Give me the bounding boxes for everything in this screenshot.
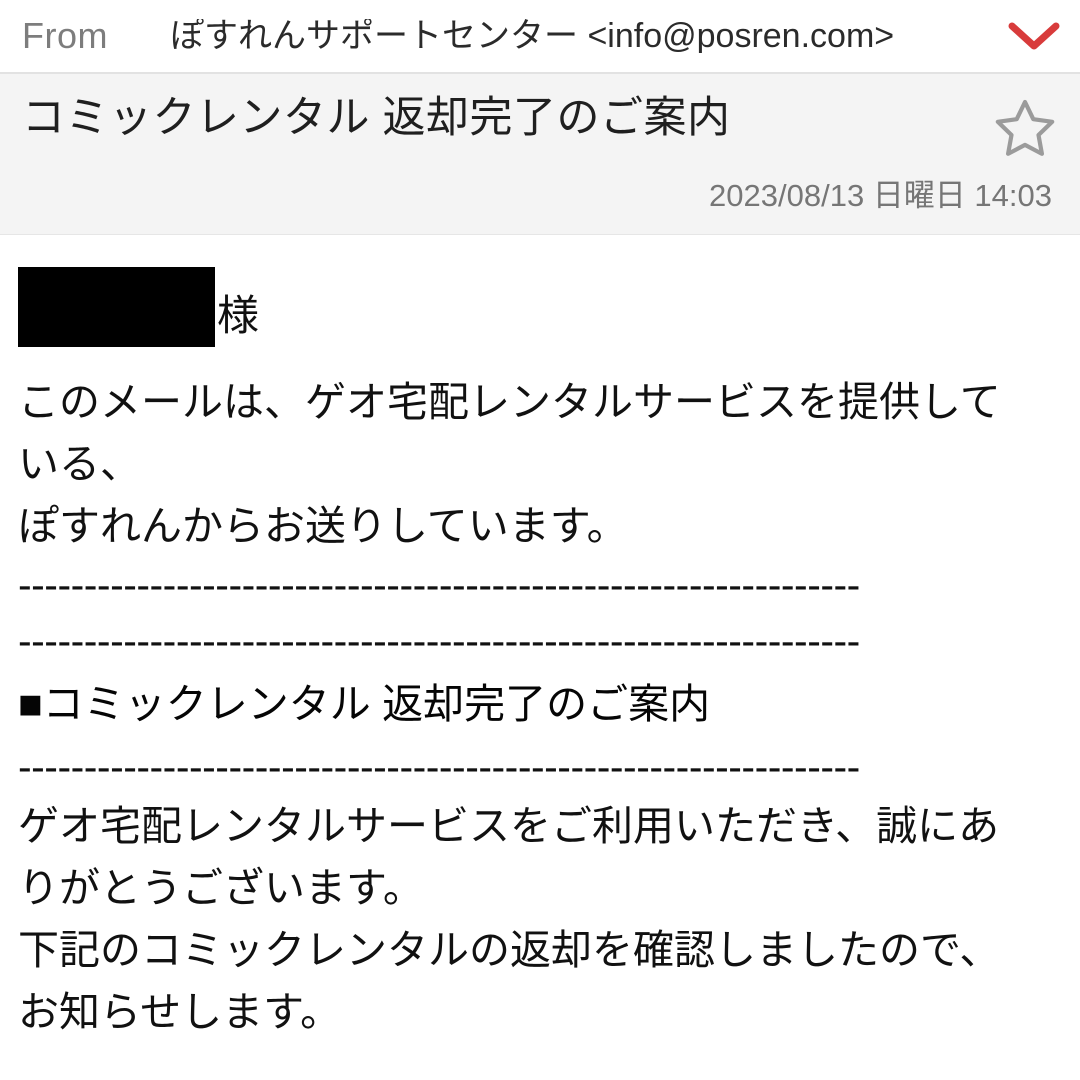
body-line: ぽすれんからお送りしています。: [18, 503, 628, 549]
email-subject-block: コミックレンタル 返却完了のご案内 2023/08/13 日曜日 14:03: [0, 74, 1080, 235]
body-line: ゲオ宅配レンタルサービスをご利用いただき、誠にあ: [18, 803, 1000, 849]
chevron-down-icon[interactable]: [1002, 4, 1066, 68]
body-line: お知らせします。: [18, 989, 342, 1035]
email-date: 2023/08/13 日曜日 14:03: [709, 178, 1052, 213]
body-line: このメールは、ゲオ宅配レンタルサービスを提供して: [18, 379, 1001, 425]
sender-address[interactable]: ぽすれんサポートセンター <info@posren.com>: [170, 19, 998, 53]
recipient-greeting: 様: [18, 261, 1064, 347]
star-outline-icon[interactable]: [992, 94, 1058, 160]
email-from-bar: From ぽすれんサポートセンター <info@posren.com>: [0, 0, 1080, 74]
body-line: りがとうございます。: [18, 865, 424, 911]
text-divider: ----------------------------------------…: [18, 618, 860, 664]
text-divider: ----------------------------------------…: [18, 744, 860, 790]
body-section-heading: ■コミックレンタル 返却完了のご案内: [18, 681, 711, 727]
subject-row: コミックレンタル 返却完了のご案内: [22, 74, 1058, 160]
redacted-recipient-name: [18, 267, 215, 347]
body-line: 下記のコミックレンタルの返却を確認しましたので、: [18, 927, 1001, 973]
email-body: 様 このメールは、ゲオ宅配レンタルサービスを提供して いる、 ぽすれんからお送り…: [0, 235, 1080, 1080]
text-divider: ----------------------------------------…: [18, 562, 860, 608]
from-label: From: [22, 15, 108, 56]
body-line: いる、: [18, 441, 141, 487]
email-subject: コミックレンタル 返却完了のご案内: [22, 94, 731, 142]
recipient-honorific: 様: [217, 292, 260, 339]
email-viewer: From ぽすれんサポートセンター <info@posren.com> コミック…: [0, 0, 1080, 1080]
